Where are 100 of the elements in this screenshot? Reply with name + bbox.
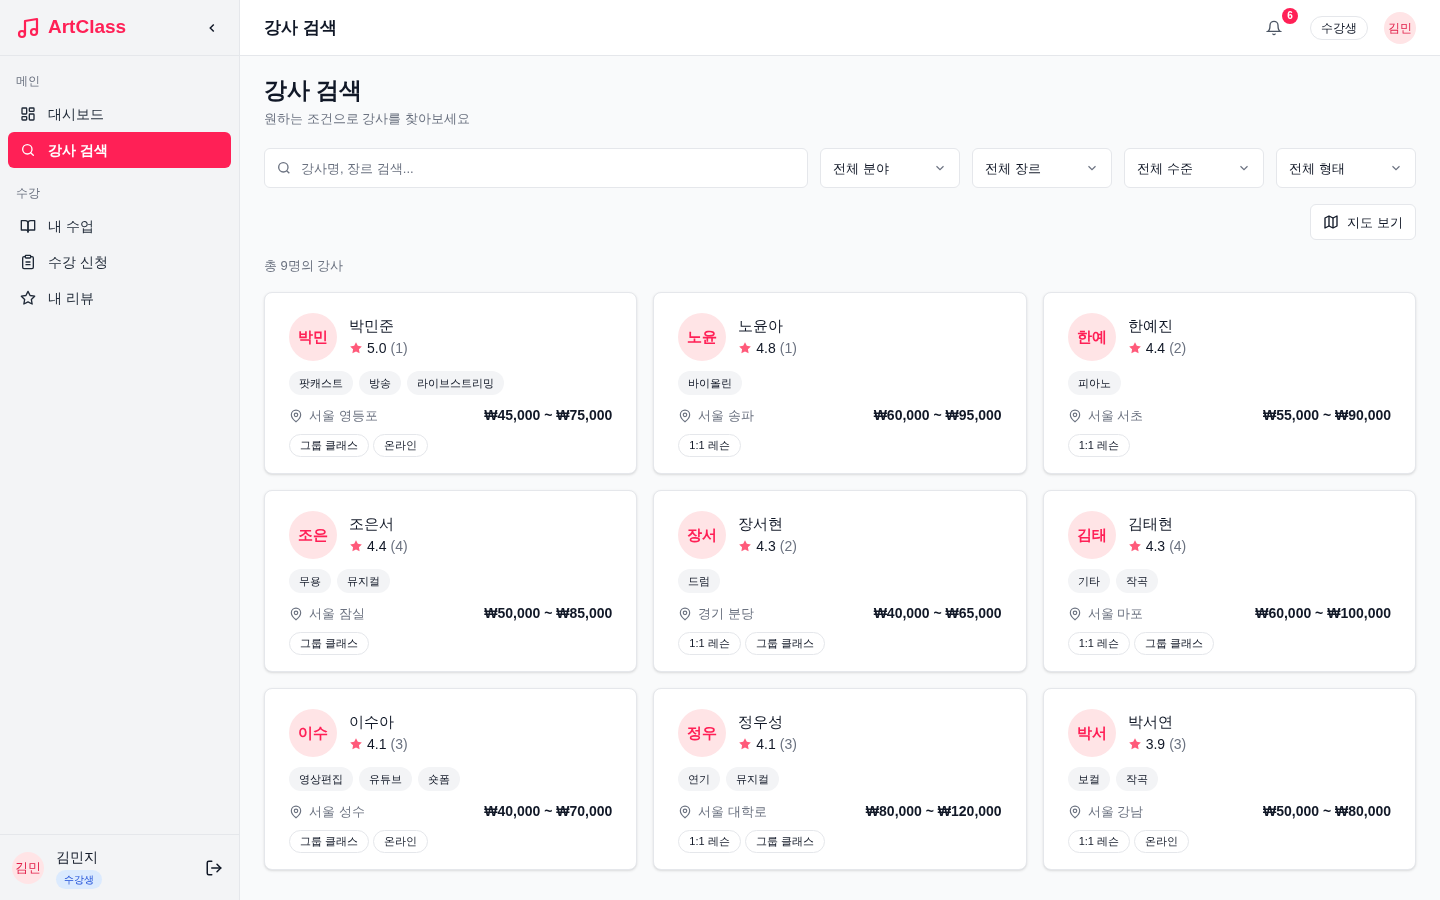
role-badge: 수강생 bbox=[56, 869, 102, 889]
map-icon bbox=[1323, 214, 1340, 231]
instructor-avatar: 박서 bbox=[1067, 708, 1116, 757]
logout-icon bbox=[205, 858, 223, 877]
nav-item[interactable]: 강사 검색 bbox=[8, 132, 231, 168]
filter-dropdown[interactable]: 전체 형태 bbox=[1276, 148, 1416, 189]
nav-item[interactable]: 내 수업 bbox=[8, 208, 231, 244]
section-label: 수강 bbox=[15, 185, 41, 202]
music-note-icon bbox=[16, 15, 40, 40]
genre-tag: 작곡 bbox=[1115, 568, 1158, 594]
rating-value: 4.1 bbox=[756, 734, 776, 754]
instructor-card[interactable]: 조은 조은서 4.4 (4) 무용 뮤지컬 서울 잠실 ₩50,000 ~ ₩85,000 그룹 클래스 bbox=[264, 489, 638, 672]
price-range: ₩80,000 ~ ₩120,000 bbox=[865, 802, 1002, 822]
rating-value: 3.9 bbox=[1145, 734, 1166, 754]
user-name: 김민지 bbox=[56, 847, 98, 867]
location-text: 서울 서초 bbox=[1087, 407, 1144, 425]
section-label: 메인 bbox=[15, 73, 41, 90]
instructor-card[interactable]: 김태 김태현 4.3 (4) 기타 작곡 서울 마포 ₩60,000 ~ ₩100,000 1:1 레슨 그룹 클래스 bbox=[1042, 489, 1416, 672]
search-field[interactable]: 강사명, 장르 검색... bbox=[264, 148, 808, 189]
filter-dropdown[interactable]: 전체 분야 bbox=[820, 148, 960, 189]
star-icon bbox=[349, 341, 363, 355]
clipboard-icon bbox=[20, 254, 36, 270]
location-text: 서울 성수 bbox=[309, 803, 365, 821]
star-icon bbox=[1127, 737, 1142, 751]
review-count: (3) bbox=[390, 734, 408, 754]
instructor-avatar: 김태 bbox=[1067, 510, 1116, 559]
location-text: 서울 대학로 bbox=[698, 803, 767, 821]
genre-tag: 드럼 bbox=[678, 568, 721, 594]
genre-tag: 피아노 bbox=[1067, 370, 1121, 396]
instructor-avatar: 이수 bbox=[289, 708, 337, 757]
instructor-avatar: 조은 bbox=[289, 510, 337, 559]
location-pin-icon bbox=[1067, 408, 1082, 423]
rating-value: 4.1 bbox=[367, 734, 387, 754]
brand-name: ArtClass bbox=[48, 15, 127, 40]
location-text: 서울 강남 bbox=[1087, 803, 1144, 821]
star-icon bbox=[349, 737, 363, 751]
book-icon bbox=[20, 218, 36, 234]
instructor-name: 박서연 bbox=[1127, 712, 1174, 732]
result-count: 총 9명의 강사 bbox=[264, 257, 345, 276]
review-count: (4) bbox=[390, 536, 408, 556]
map-button[interactable]: 지도 보기 bbox=[1310, 204, 1416, 241]
filter-dropdown[interactable]: 전체 수준 bbox=[1124, 148, 1264, 189]
instructor-name: 박민준 bbox=[349, 316, 395, 336]
location-pin-icon bbox=[678, 606, 693, 621]
genre-tag: 작곡 bbox=[1115, 766, 1158, 792]
review-count: (3) bbox=[779, 734, 797, 754]
star-icon bbox=[738, 341, 753, 355]
search-icon bbox=[20, 142, 36, 158]
location-pin-icon bbox=[1067, 804, 1082, 819]
genre-tag: 팟캐스트 bbox=[289, 370, 353, 396]
review-count: (1) bbox=[779, 338, 797, 358]
genre-tag: 유튜브 bbox=[359, 766, 412, 792]
location-pin-icon bbox=[1067, 606, 1082, 621]
filter-dropdown[interactable]: 전체 장르 bbox=[972, 148, 1112, 189]
instructor-card[interactable]: 한예 한예진 4.4 (2) 피아노 서울 서초 ₩55,000 ~ ₩90,000 1:1 레슨 bbox=[1042, 291, 1416, 474]
header-title: 강사 검색 bbox=[264, 16, 337, 39]
location-pin-icon bbox=[678, 804, 693, 819]
instructor-avatar: 정우 bbox=[678, 708, 727, 757]
location-text: 서울 잠실 bbox=[309, 605, 365, 623]
nav-item[interactable]: 내 리뷰 bbox=[8, 280, 231, 316]
genre-tag: 바이올린 bbox=[678, 370, 743, 396]
instructor-card[interactable]: 장서 장서현 4.3 (2) 드럼 경기 분당 ₩40,000 ~ ₩65,000 1:1 레슨 그룹 클래스 bbox=[653, 489, 1027, 672]
price-range: ₩50,000 ~ ₩80,000 bbox=[1262, 802, 1391, 822]
rating-value: 4.8 bbox=[756, 338, 776, 358]
instructor-card[interactable]: 노윤 노윤아 4.8 (1) 바이올린 서울 송파 ₩60,000 ~ ₩95,000 1:1 레슨 bbox=[653, 291, 1027, 474]
user-avatar: 김민 bbox=[12, 851, 44, 884]
nav-item[interactable]: 대시보드 bbox=[8, 96, 231, 132]
instructor-avatar: 장서 bbox=[678, 510, 727, 559]
price-range: ₩40,000 ~ ₩70,000 bbox=[484, 802, 613, 822]
rating-value: 5.0 bbox=[367, 338, 387, 358]
bell-icon bbox=[1266, 19, 1282, 36]
instructor-card[interactable]: 정우 정우성 4.1 (3) 연기 뮤지컬 서울 대학로 ₩80,000 ~ ₩120,000 1:1 레슨 그룹 클래스 bbox=[653, 687, 1027, 870]
nav-item[interactable]: 수강 신청 bbox=[8, 244, 231, 280]
instructor-card[interactable]: 박민 박민준 5.0 (1) 팟캐스트 방송 라이브스트리밍 서울 영등포 ₩45,000 ~ ₩75,000 그룹 클래스 온라인 bbox=[264, 291, 638, 474]
page-subtitle: 원하는 조건으로 강사를 찾아보세요 bbox=[264, 109, 471, 128]
review-count: (3) bbox=[1169, 734, 1187, 754]
star-icon bbox=[349, 539, 363, 553]
genre-tag: 무용 bbox=[289, 568, 331, 594]
location-pin-icon bbox=[289, 408, 303, 423]
role-badge: 수강생 bbox=[1310, 15, 1368, 40]
instructor-card[interactable]: 이수 이수아 4.1 (3) 영상편집 유튜브 숏폼 서울 성수 ₩40,000 ~ ₩70,000 그룹 클래스 온라인 bbox=[264, 687, 638, 870]
instructor-card[interactable]: 박서 박서연 3.9 (3) 보컬 작곡 서울 강남 ₩50,000 ~ ₩80,000 1:1 레슨 온라인 bbox=[1042, 687, 1416, 870]
rating-value: 4.3 bbox=[1145, 536, 1166, 556]
user-avatar[interactable]: 김민 bbox=[1384, 11, 1416, 44]
price-range: ₩60,000 ~ ₩100,000 bbox=[1255, 604, 1391, 624]
rating-value: 4.4 bbox=[1145, 338, 1166, 358]
price-range: ₩55,000 ~ ₩90,000 bbox=[1262, 406, 1391, 426]
notification-count: 6 bbox=[1282, 7, 1298, 24]
review-count: (2) bbox=[1169, 338, 1187, 358]
genre-tag: 숏폼 bbox=[418, 766, 460, 792]
genre-tag: 방송 bbox=[359, 370, 401, 396]
rating-value: 4.3 bbox=[756, 536, 776, 556]
grid-icon bbox=[20, 106, 36, 122]
price-range: ₩50,000 ~ ₩85,000 bbox=[484, 604, 613, 624]
genre-tag: 뮤지컬 bbox=[726, 766, 780, 792]
review-count: (2) bbox=[779, 536, 797, 556]
instructor-name: 조은서 bbox=[349, 514, 395, 534]
genre-tag: 영상편집 bbox=[289, 766, 353, 792]
price-range: ₩60,000 ~ ₩95,000 bbox=[873, 406, 1002, 426]
instructor-name: 장서현 bbox=[738, 514, 785, 534]
